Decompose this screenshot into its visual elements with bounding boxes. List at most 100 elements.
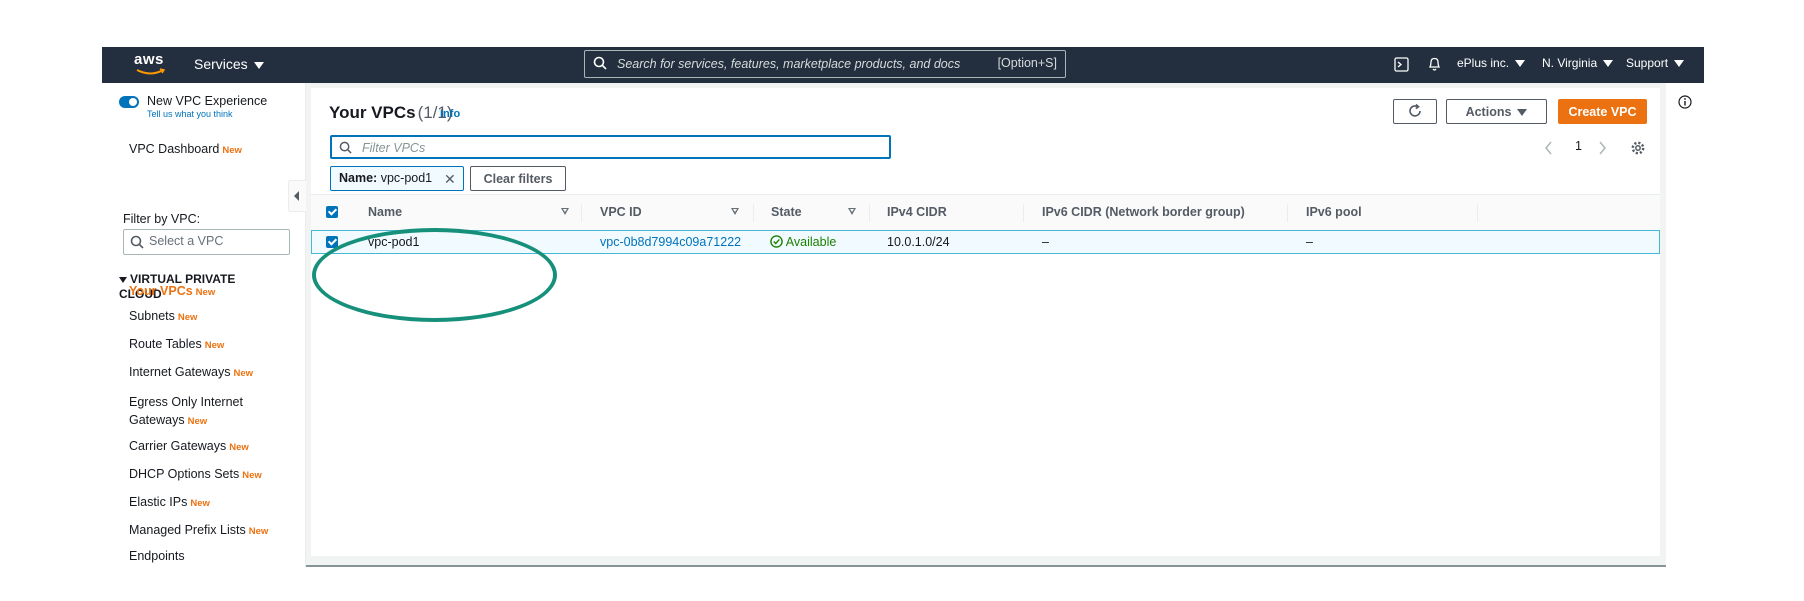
region-menu[interactable]: N. Virginia bbox=[1542, 56, 1614, 70]
info-link[interactable]: Info bbox=[440, 108, 460, 120]
new-badge: New bbox=[229, 442, 249, 453]
sidebar-item-label: Carrier Gateways bbox=[129, 439, 227, 453]
top-nav: aws Services [Option+S] ePlus inc bbox=[102, 47, 1704, 83]
info-icon[interactable] bbox=[1678, 95, 1692, 109]
account-label: ePlus inc. bbox=[1457, 56, 1510, 70]
sidebar-item-label: Subnets bbox=[129, 309, 175, 323]
filter-token-key: Name: bbox=[339, 171, 378, 185]
services-menu[interactable]: Services bbox=[194, 56, 264, 72]
sidebar-item-carrier-gateways[interactable]: Carrier Gateways New bbox=[129, 439, 249, 453]
chevron-down-icon bbox=[1517, 108, 1528, 116]
support-menu[interactable]: Support bbox=[1626, 56, 1685, 70]
chevron-left-icon[interactable] bbox=[1544, 141, 1554, 155]
column-divider[interactable] bbox=[753, 204, 754, 222]
column-divider[interactable] bbox=[1477, 204, 1478, 222]
clear-filters-button[interactable]: Clear filters bbox=[470, 166, 566, 191]
sidebar-item-label: Your VPCs bbox=[129, 284, 193, 298]
console-frame: aws Services [Option+S] ePlus inc bbox=[102, 47, 1704, 567]
column-divider[interactable] bbox=[1023, 204, 1024, 222]
aws-smile-icon bbox=[136, 68, 166, 75]
filter-vpcs-input[interactable] bbox=[360, 139, 864, 157]
page-title-text: Your VPCs bbox=[329, 103, 416, 122]
sort-icon[interactable] bbox=[848, 208, 856, 215]
column-header-state[interactable]: State bbox=[771, 205, 802, 219]
sort-icon[interactable] bbox=[561, 208, 569, 215]
cell-state: Available bbox=[770, 235, 836, 249]
search-icon bbox=[339, 141, 352, 154]
vpc-select[interactable]: Select a VPC bbox=[123, 229, 290, 255]
column-header-ipv4-cidr[interactable]: IPv4 CIDR bbox=[887, 205, 947, 219]
sidebar-item-your-vpcs[interactable]: Your VPCs New bbox=[129, 284, 215, 298]
table-header: Name VPC ID State IPv4 CIDR IPv6 CIDR (N… bbox=[311, 194, 1660, 232]
sidebar-item-endpoints[interactable]: Endpoints bbox=[129, 549, 185, 563]
refresh-button[interactable] bbox=[1393, 99, 1437, 124]
filter-by-vpc-label: Filter by VPC: bbox=[123, 212, 201, 226]
vpc-select-placeholder: Select a VPC bbox=[149, 234, 224, 248]
sidebar-item-elastic-ips[interactable]: Elastic IPs New bbox=[129, 495, 210, 509]
bottom-divider bbox=[306, 565, 1666, 567]
chevron-right-icon[interactable] bbox=[1597, 141, 1607, 155]
account-menu[interactable]: ePlus inc. bbox=[1457, 56, 1526, 70]
refresh-icon bbox=[1409, 103, 1421, 117]
close-icon[interactable]: ✕ bbox=[444, 171, 456, 188]
sort-icon[interactable] bbox=[731, 208, 739, 215]
filter-token-value: vpc-pod1 bbox=[380, 171, 433, 185]
aws-logo[interactable]: aws bbox=[134, 51, 168, 77]
column-header-ipv6-pool[interactable]: IPv6 pool bbox=[1306, 205, 1362, 219]
region-label: N. Virginia bbox=[1542, 56, 1598, 70]
sidebar-item-dhcp-options-sets[interactable]: DHCP Options Sets New bbox=[129, 467, 262, 481]
new-badge: New bbox=[204, 340, 225, 351]
search-icon bbox=[593, 56, 607, 70]
create-vpc-button[interactable]: Create VPC bbox=[1558, 99, 1647, 124]
sidebar: New VPC Experience Tell us what you thin… bbox=[102, 83, 306, 567]
new-vpc-experience-label: New VPC Experience bbox=[147, 94, 268, 108]
create-vpc-label: Create VPC bbox=[1568, 104, 1637, 119]
new-badge: New bbox=[195, 287, 216, 298]
bell-icon[interactable] bbox=[1427, 56, 1442, 72]
column-divider[interactable] bbox=[869, 204, 870, 222]
cloudshell-icon[interactable] bbox=[1394, 57, 1409, 72]
cell-ipv6-cidr: – bbox=[1042, 235, 1049, 249]
actions-label: Actions bbox=[1465, 104, 1512, 119]
annotation-oval bbox=[312, 228, 557, 322]
support-label: Support bbox=[1626, 56, 1669, 70]
new-badge: New bbox=[222, 145, 242, 156]
select-all-checkbox[interactable] bbox=[326, 206, 338, 218]
sidebar-item-route-tables[interactable]: Route Tables New bbox=[129, 337, 224, 351]
caret-down-icon bbox=[119, 276, 127, 283]
column-divider[interactable] bbox=[1287, 204, 1288, 222]
sidebar-item-managed-prefix-lists[interactable]: Managed Prefix Lists New bbox=[129, 523, 268, 537]
sidebar-item-label: VPC Dashboard bbox=[129, 142, 220, 156]
new-badge: New bbox=[187, 416, 208, 427]
global-search-input[interactable] bbox=[615, 54, 979, 74]
cell-vpc-id-link[interactable]: vpc-0b8d7994c09a71222 bbox=[600, 235, 741, 249]
sidebar-item-label: DHCP Options Sets bbox=[129, 467, 240, 481]
column-header-ipv6-cidr[interactable]: IPv6 CIDR (Network border group) bbox=[1042, 205, 1245, 219]
new-badge: New bbox=[190, 498, 210, 509]
column-divider[interactable] bbox=[581, 204, 582, 222]
sidebar-item-subnets[interactable]: Subnets New bbox=[129, 309, 197, 323]
new-vpc-experience-toggle[interactable] bbox=[119, 96, 139, 108]
actions-button[interactable]: Actions bbox=[1446, 99, 1547, 124]
sidebar-item-vpc-dashboard[interactable]: VPC Dashboard New bbox=[129, 142, 242, 156]
page-title: Your VPCs (1/1) bbox=[329, 103, 453, 123]
column-header-vpc-id[interactable]: VPC ID bbox=[600, 205, 642, 219]
clear-filters-label: Clear filters bbox=[483, 171, 553, 186]
sidebar-item-label: Egress Only Internet bbox=[129, 395, 243, 409]
check-circle-icon bbox=[770, 235, 783, 248]
sidebar-collapse-button[interactable] bbox=[288, 180, 306, 212]
cell-ipv6-pool: – bbox=[1306, 235, 1313, 249]
column-header-name[interactable]: Name bbox=[368, 205, 402, 219]
page-number[interactable]: 1 bbox=[1575, 139, 1582, 153]
gear-icon[interactable] bbox=[1630, 140, 1646, 156]
global-search[interactable]: [Option+S] bbox=[584, 50, 1066, 78]
new-badge: New bbox=[177, 312, 198, 323]
sidebar-item-egress-only-internet-gateways[interactable]: Egress Only Internet Gateways New bbox=[129, 393, 243, 431]
search-icon bbox=[130, 235, 144, 249]
chevron-down-icon bbox=[1515, 60, 1526, 68]
filter-vpcs[interactable] bbox=[330, 135, 891, 159]
aws-logo-text: aws bbox=[134, 51, 164, 68]
feedback-link[interactable]: Tell us what you think bbox=[147, 109, 233, 119]
sidebar-item-internet-gateways[interactable]: Internet Gateways New bbox=[129, 365, 253, 379]
filter-token: Name: vpc-pod1 ✕ bbox=[330, 166, 464, 191]
